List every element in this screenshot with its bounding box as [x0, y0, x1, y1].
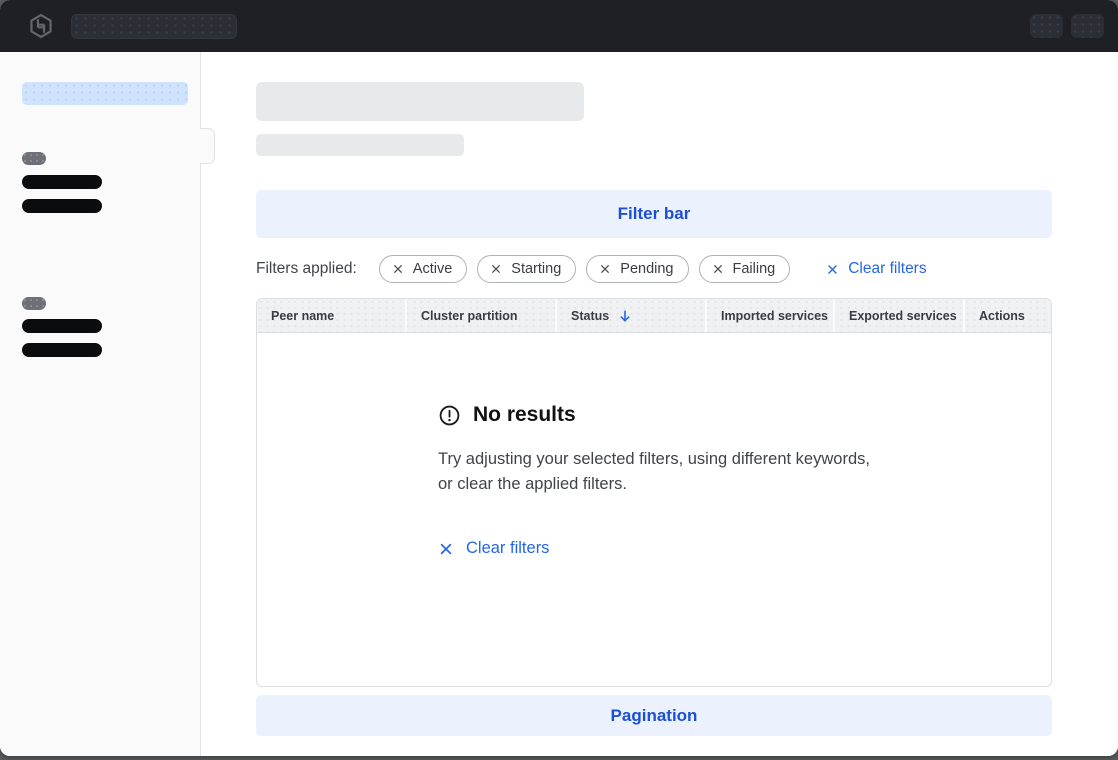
empty-state-description: Try adjusting your selected filters, usi…: [438, 447, 870, 497]
sidebar-selected-item-skeleton[interactable]: [22, 82, 188, 105]
navbar-button-skeleton-2[interactable]: [1071, 14, 1104, 38]
filter-pill-active[interactable]: Active: [379, 255, 468, 283]
pagination-placeholder: Pagination: [256, 695, 1052, 736]
dismiss-icon: [392, 263, 404, 275]
x-icon: [438, 541, 454, 557]
column-header-cluster-partition: Cluster partition: [405, 299, 555, 332]
filter-pill-label: Pending: [620, 261, 673, 277]
column-label: Actions: [979, 309, 1025, 323]
column-label: Cluster partition: [421, 309, 518, 323]
filter-pill-failing[interactable]: Failing: [699, 255, 791, 283]
column-header-actions: Actions: [963, 299, 1051, 332]
filter-pill-label: Active: [413, 261, 453, 277]
empty-state-header: No results: [438, 403, 870, 427]
dismiss-icon: [599, 263, 611, 275]
sidebar-section-label-skeleton-1: [22, 152, 46, 165]
navbar-right-group: [1030, 14, 1104, 38]
page-title-skeleton: [256, 82, 584, 121]
applied-filters-row: Filters applied: Active Starting Pending…: [256, 255, 1052, 283]
filters-applied-label: Filters applied:: [256, 260, 357, 278]
column-header-status[interactable]: Status: [555, 299, 705, 332]
sidebar-nav-item-skeleton-1[interactable]: [22, 175, 102, 189]
clear-filters-link[interactable]: Clear filters: [826, 260, 926, 278]
dismiss-icon: [712, 263, 724, 275]
sort-descending-icon[interactable]: [618, 309, 632, 323]
column-label: Exported services: [849, 309, 957, 323]
top-navbar: [0, 0, 1118, 52]
column-header-exported-services: Exported services: [833, 299, 963, 332]
clear-filters-label: Clear filters: [848, 260, 926, 278]
empty-state-clear-filters-link[interactable]: Clear filters: [438, 539, 549, 558]
filter-pill-pending[interactable]: Pending: [586, 255, 688, 283]
navbar-search-skeleton[interactable]: [71, 14, 237, 39]
page-subtitle-skeleton: [256, 134, 464, 156]
hashicorp-logo-icon: [28, 13, 54, 39]
column-header-peer-name: Peer name: [257, 299, 405, 332]
peers-table: Peer name Cluster partition Status Impor…: [256, 298, 1052, 687]
pagination-label: Pagination: [611, 706, 698, 726]
filter-pill-label: Starting: [511, 261, 561, 277]
column-label: Status: [571, 309, 609, 323]
x-icon: [826, 263, 839, 276]
filter-pill-starting[interactable]: Starting: [477, 255, 576, 283]
filter-bar-label: Filter bar: [618, 204, 691, 224]
main-content: Filter bar Filters applied: Active Start…: [202, 52, 1118, 756]
alert-circle-icon: [438, 404, 461, 427]
table-body: No results Try adjusting your selected f…: [257, 333, 1051, 686]
navbar-button-skeleton-1[interactable]: [1030, 14, 1063, 38]
empty-state-clear-filters-label: Clear filters: [466, 539, 549, 558]
sidebar-nav-item-skeleton-2[interactable]: [22, 199, 102, 213]
column-label: Imported services: [721, 309, 828, 323]
app-window: Filter bar Filters applied: Active Start…: [0, 0, 1118, 756]
sidebar-section-label-skeleton-2: [22, 297, 46, 310]
empty-state: No results Try adjusting your selected f…: [438, 333, 870, 562]
empty-state-title: No results: [473, 403, 576, 427]
dismiss-icon: [490, 263, 502, 275]
table-header-row: Peer name Cluster partition Status Impor…: [257, 299, 1051, 333]
filter-bar-placeholder: Filter bar: [256, 190, 1052, 238]
sidebar-toggle-handle[interactable]: [200, 128, 215, 164]
filter-pill-label: Failing: [733, 261, 776, 277]
sidebar-nav-item-skeleton-3[interactable]: [22, 319, 102, 333]
column-label: Peer name: [271, 309, 334, 323]
sidebar: [0, 52, 201, 756]
sidebar-nav-item-skeleton-4[interactable]: [22, 343, 102, 357]
column-header-imported-services: Imported services: [705, 299, 833, 332]
